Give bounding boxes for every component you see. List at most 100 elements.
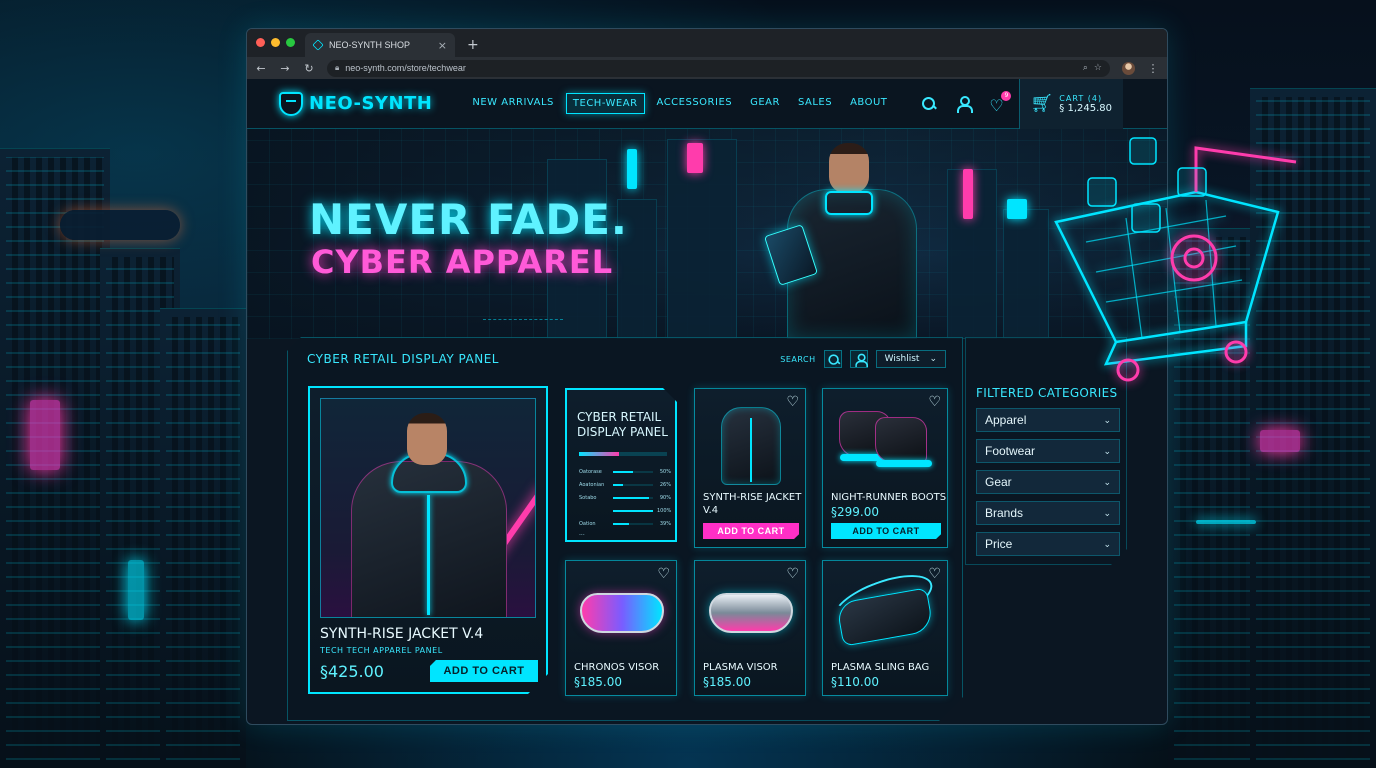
sidebar-title: FILTERED CATEGORIES: [976, 386, 1118, 400]
heart-icon[interactable]: ♡: [657, 567, 670, 581]
panel-user-button[interactable]: [850, 350, 868, 368]
info-stat-row: Oation 39%: [579, 518, 671, 530]
nav-about[interactable]: ABOUT: [844, 93, 893, 114]
logo-mask-icon: [279, 91, 303, 116]
panel-toolbar: SEARCH Wishlist ⌄: [780, 350, 946, 368]
wishlist-dropdown-label: Wishlist: [884, 354, 920, 364]
product-card-boots[interactable]: ♡ NIGHT-RUNNER BOOTS §299.00 ADD TO CART: [822, 388, 948, 548]
featured-product-card[interactable]: SYNTH-RISE JACKET V.4 TECH TECH APPAREL …: [308, 386, 548, 694]
filter-footwear[interactable]: Footwear ⌄: [976, 439, 1120, 463]
logo-text: NEO-SYNTH: [309, 93, 433, 114]
product-card-plasma-visor[interactable]: ♡ PLASMA VISOR §185.00: [694, 560, 806, 696]
new-tab-button[interactable]: +: [467, 37, 479, 53]
nav-tech-wear[interactable]: TECH-WEAR: [565, 93, 645, 114]
forward-arrow-icon[interactable]: →: [279, 62, 291, 75]
panel-search-button[interactable]: [824, 350, 842, 368]
retail-display-panel: CYBER RETAIL DISPLAY PANEL SEARCH Wishli…: [287, 337, 963, 721]
nav-gear[interactable]: GEAR: [744, 93, 786, 114]
window-controls: [256, 38, 295, 47]
cart-label: CART (4): [1059, 93, 1103, 103]
heart-icon[interactable]: ♡: [928, 395, 941, 409]
account-icon[interactable]: [955, 95, 974, 113]
heart-icon[interactable]: ♡: [786, 567, 799, 581]
filter-gear[interactable]: Gear ⌄: [976, 470, 1120, 494]
nav-new-arrivals[interactable]: NEW ARRIVALS: [466, 93, 560, 114]
featured-add-to-cart-button[interactable]: ADD TO CART: [430, 660, 538, 682]
search-label: SEARCH: [780, 354, 816, 364]
info-stats-card: CYBER RETAIL DISPLAY PANEL Oatorase 50% Ao…: [565, 388, 677, 542]
chevron-down-icon: ⌄: [1103, 507, 1111, 518]
address-bar[interactable]: 🔒︎ neo-synth.com/store/techwear ⌕ ☆: [327, 59, 1110, 77]
heart-icon[interactable]: ♡: [928, 567, 941, 581]
chevron-down-icon: ⌄: [1103, 476, 1111, 487]
product-price: §299.00: [831, 505, 879, 519]
zoom-icon[interactable]: ⌕: [1083, 63, 1088, 73]
info-stat-bar: [613, 497, 653, 499]
info-stat-rows: Oatorase 50% Aoatonian 26% Sotabo 90% 100% Oati…: [579, 466, 671, 531]
hero-banner: NEVER FADE. CYBER APPAREL: [247, 129, 1167, 339]
bookmark-star-icon[interactable]: ☆: [1094, 63, 1102, 73]
info-card-footer: ...: [579, 530, 585, 537]
close-window-button[interactable]: [256, 38, 265, 47]
reload-icon[interactable]: ↻: [303, 62, 315, 75]
main-nav: NEW ARRIVALS TECH-WEAR ACCESSORIES GEAR …: [466, 93, 893, 114]
filter-brands[interactable]: Brands ⌄: [976, 501, 1120, 525]
product-card-chronos-visor[interactable]: ♡ CHRONOS VISOR §185.00: [565, 560, 677, 696]
info-stat-label: Oation: [579, 521, 596, 527]
minimize-window-button[interactable]: [271, 38, 280, 47]
info-stat-row: Sotabo 90%: [579, 492, 671, 504]
nav-accessories[interactable]: ACCESSORIES: [651, 93, 739, 114]
main-progress-bar: [579, 452, 667, 456]
add-to-cart-button[interactable]: ADD TO CART: [703, 523, 799, 539]
info-stat-row: Aoatonian 26%: [579, 479, 671, 491]
info-stat-row: 100%: [579, 505, 671, 517]
profile-avatar[interactable]: [1122, 61, 1135, 75]
close-tab-icon[interactable]: ×: [438, 39, 447, 52]
maximize-window-button[interactable]: [286, 38, 295, 47]
cart-icon: 🛒︎: [1030, 93, 1054, 114]
wishlist-heart-icon[interactable]: ♡ 9: [989, 90, 1012, 113]
product-price: §110.00: [831, 675, 879, 689]
product-card-sling-bag[interactable]: ♡ PLASMA SLING BAG §110.00: [822, 560, 948, 696]
nav-sales[interactable]: SALES: [792, 93, 838, 114]
product-name: SYNTH-RISE JACKET V.4: [703, 492, 802, 516]
hero-model-image: [763, 129, 937, 339]
filter-sidebar: FILTERED CATEGORIES Apparel ⌄ Footwear ⌄ G…: [965, 337, 1127, 565]
info-stat-percent: 26%: [659, 482, 671, 488]
product-card-jacket[interactable]: ♡ SYNTH-RISE JACKET V.4 ADD TO CART: [694, 388, 806, 548]
tab-title: NEO-SYNTH SHOP: [329, 40, 411, 50]
hero-headline: NEVER FADE.: [309, 195, 628, 244]
featured-product-price: §425.00: [320, 662, 384, 681]
cart-total: § 1,245.80: [1059, 102, 1112, 114]
chevron-down-icon: ⌄: [1103, 445, 1111, 456]
visor-image: [580, 593, 664, 633]
product-name: NIGHT-RUNNER BOOTS: [831, 492, 947, 503]
cart-button[interactable]: 🛒︎ CART (4) § 1,245.80: [1019, 78, 1124, 129]
hero-subheadline: CYBER APPAREL: [311, 243, 614, 281]
address-toolbar: ← → ↻ 🔒︎ neo-synth.com/store/techwear ⌕ …: [247, 57, 1167, 79]
lock-icon: 🔒︎: [335, 63, 340, 72]
featured-product-subtitle: TECH TECH APPAREL PANEL: [320, 646, 443, 655]
browser-window: NEO-SYNTH SHOP × + ← → ↻ 🔒︎ neo-synth.co…: [246, 28, 1168, 725]
filter-apparel[interactable]: Apparel ⌄: [976, 408, 1120, 432]
url-text[interactable]: neo-synth.com/store/techwear: [345, 63, 1077, 73]
info-stat-bar: [613, 510, 653, 512]
search-icon[interactable]: [921, 96, 937, 112]
add-to-cart-button[interactable]: ADD TO CART: [831, 523, 941, 539]
featured-product-name: SYNTH-RISE JACKET V.4: [320, 626, 484, 642]
info-stat-bar: [613, 484, 653, 486]
browser-menu-icon[interactable]: ⋮: [1147, 62, 1159, 75]
site-logo[interactable]: NEO-SYNTH: [279, 91, 433, 116]
site-header: NEO-SYNTH NEW ARRIVALS TECH-WEAR ACCESSO…: [247, 78, 1167, 129]
info-stat-bar: [613, 471, 653, 473]
info-stat-label: Oatorase: [579, 469, 602, 475]
info-card-title: CYBER RETAIL DISPLAY PANEL: [577, 410, 668, 439]
wishlist-dropdown[interactable]: Wishlist ⌄: [876, 350, 946, 368]
panel-title: CYBER RETAIL DISPLAY PANEL: [307, 352, 499, 366]
heart-icon[interactable]: ♡: [786, 395, 799, 409]
filter-price[interactable]: Price ⌄: [976, 532, 1120, 556]
tab-bar: NEO-SYNTH SHOP × +: [247, 29, 1167, 57]
browser-tab[interactable]: NEO-SYNTH SHOP ×: [305, 33, 455, 57]
featured-product-image: [320, 398, 536, 618]
back-arrow-icon[interactable]: ←: [255, 62, 267, 75]
